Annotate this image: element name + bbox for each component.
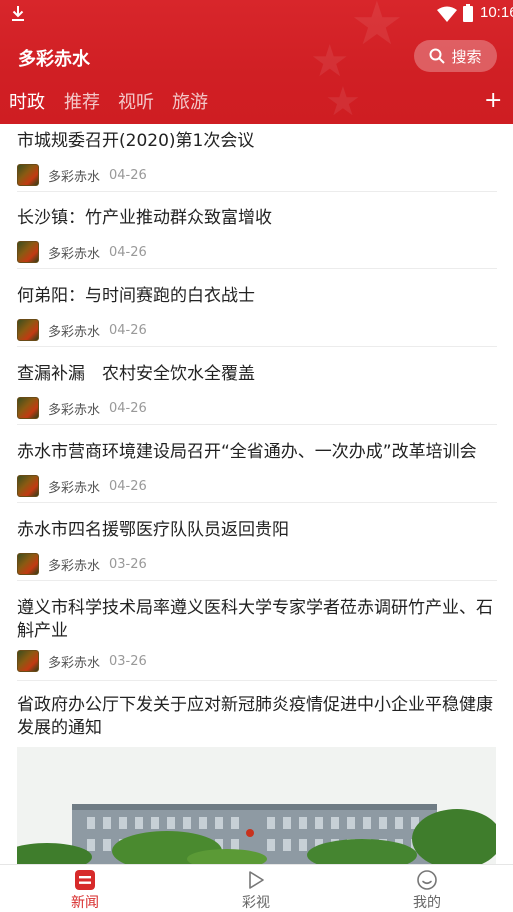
nav-caishi[interactable]: 彩视 [226, 869, 286, 912]
news-source: 多彩赤水 [48, 655, 101, 671]
news-title: 查漏补漏 农村安全饮水全覆盖 [17, 364, 255, 384]
source-logo [17, 319, 39, 341]
download-icon [12, 6, 24, 21]
news-meta: 多彩赤水 03-26 [17, 553, 147, 575]
nav-news[interactable]: 新闻 [55, 869, 115, 912]
tab-shiting[interactable]: 视听 [118, 88, 154, 114]
news-photo[interactable] [17, 747, 496, 864]
app-title: 多彩赤水 [18, 49, 90, 70]
news-icon [75, 870, 95, 890]
status-bar: 10:16 [0, 0, 513, 30]
news-meta: 多彩赤水 04-26 [17, 164, 147, 186]
play-icon [249, 871, 264, 889]
nav-caishi-label: 彩视 [242, 895, 270, 911]
news-meta: 多彩赤水 04-26 [17, 319, 147, 341]
tab-tuijian[interactable]: 推荐 [64, 88, 100, 114]
source-logo [17, 241, 39, 263]
news-item[interactable]: 赤水市营商环境建设局召开“全省通办、一次办成”改革培训会 多彩赤水 04-26 [17, 441, 497, 503]
news-date: 04-26 [109, 322, 147, 338]
news-meta: 多彩赤水 04-26 [17, 397, 147, 419]
news-meta: 多彩赤水 04-26 [17, 475, 147, 497]
source-logo [17, 397, 39, 419]
news-title: 长沙镇：竹产业推动群众致富增收 [17, 208, 272, 228]
category-tabs: 时政 推荐 视听 旅游 + [0, 88, 513, 116]
battery-icon [463, 4, 473, 22]
search-button[interactable]: 搜索 [414, 40, 497, 72]
news-item[interactable]: 何弟阳：与时间赛跑的白衣战士 多彩赤水 04-26 [17, 285, 497, 347]
news-title: 赤水市营商环境建设局召开“全省通办、一次办成”改革培训会 [17, 442, 477, 462]
news-date: 04-26 [109, 478, 147, 494]
news-source: 多彩赤水 [48, 558, 101, 574]
news-date: 04-26 [109, 167, 147, 183]
news-item[interactable]: 遵义市科学技术局率遵义医科大学专家学者莅赤调研竹产业、石斛产业 多彩赤水 03-… [17, 597, 497, 681]
source-logo [17, 164, 39, 186]
news-source: 多彩赤水 [48, 480, 101, 496]
government-building-image [17, 747, 496, 864]
tab-lvyou[interactable]: 旅游 [172, 88, 208, 114]
news-source: 多彩赤水 [48, 324, 101, 340]
news-date: 04-26 [109, 400, 147, 416]
news-title: 何弟阳：与时间赛跑的白衣战士 [17, 286, 255, 306]
nav-mine[interactable]: 我的 [397, 869, 457, 912]
search-button-label: 搜索 [451, 47, 482, 66]
add-tab-icon[interactable]: + [484, 90, 502, 112]
nav-mine-label: 我的 [413, 895, 441, 911]
source-logo [17, 553, 39, 575]
news-date: 03-26 [109, 653, 147, 669]
app-header: ★ ★ ★ 10:16 多彩赤水 搜索 时政 推荐 视听 旅游 + [0, 0, 513, 124]
news-item[interactable]: 长沙镇：竹产业推动群众致富增收 多彩赤水 04-26 [17, 207, 497, 269]
nav-news-label: 新闻 [71, 895, 99, 911]
news-item[interactable]: 查漏补漏 农村安全饮水全覆盖 多彩赤水 04-26 [17, 363, 497, 425]
news-title: 市城规委召开(2020)第1次会议 [17, 131, 255, 151]
news-source: 多彩赤水 [48, 169, 101, 185]
news-source: 多彩赤水 [48, 246, 101, 262]
news-source: 多彩赤水 [48, 402, 101, 418]
news-date: 03-26 [109, 556, 147, 572]
news-title: 赤水市四名援鄂医疗队队员返回贵阳 [17, 520, 289, 540]
source-logo [17, 475, 39, 497]
wifi-icon [437, 6, 457, 22]
source-logo [17, 650, 39, 672]
news-item[interactable]: 省政府办公厅下发关于应对新冠肺炎疫情促进中小企业平稳健康发展的通知 [17, 694, 497, 744]
status-time: 10:16 [480, 4, 513, 21]
search-icon [429, 48, 446, 64]
profile-icon [417, 870, 437, 890]
bottom-navigation: 新闻 彩视 我的 [0, 864, 513, 912]
news-item[interactable]: 市城规委召开(2020)第1次会议 多彩赤水 04-26 [17, 130, 497, 192]
news-title: 遵义市科学技术局率遵义医科大学专家学者莅赤调研竹产业、石斛产业 [17, 598, 493, 641]
news-meta: 多彩赤水 04-26 [17, 241, 147, 263]
news-item[interactable]: 赤水市四名援鄂医疗队队员返回贵阳 多彩赤水 03-26 [17, 519, 497, 581]
tab-shizheng[interactable]: 时政 [9, 88, 45, 114]
decorative-star: ★ [310, 36, 350, 87]
news-date: 04-26 [109, 244, 147, 260]
news-title: 省政府办公厅下发关于应对新冠肺炎疫情促进中小企业平稳健康发展的通知 [17, 695, 493, 738]
news-meta: 多彩赤水 03-26 [17, 650, 147, 672]
